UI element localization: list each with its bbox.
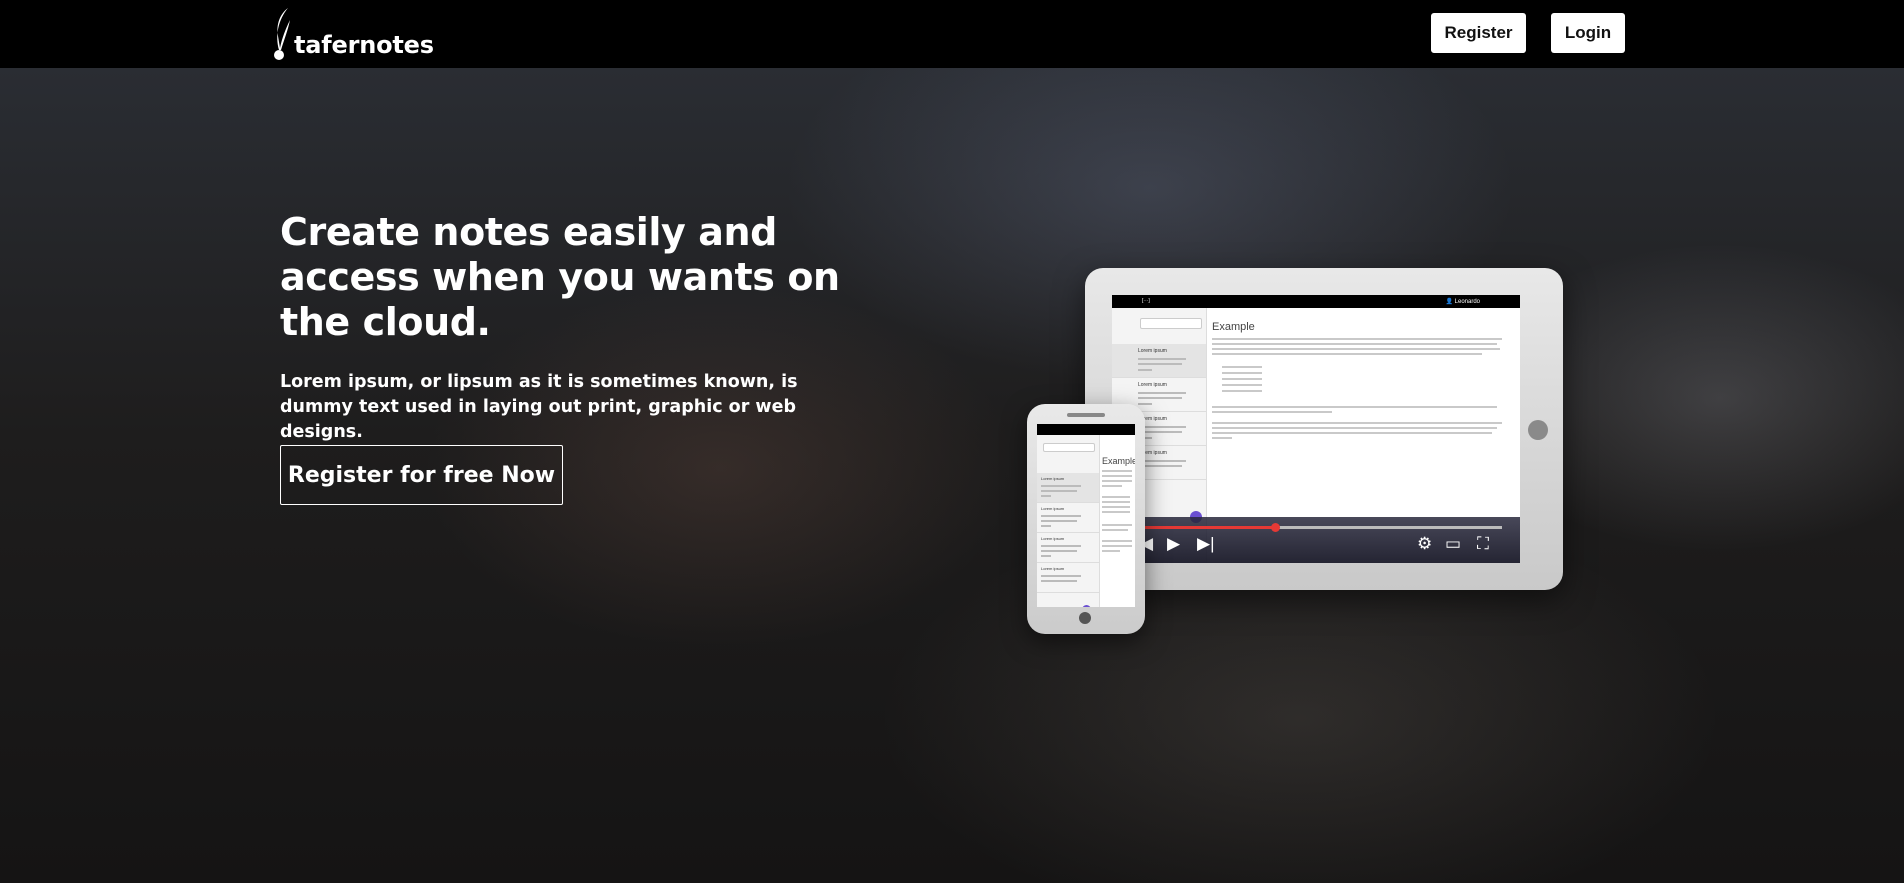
register-button[interactable]: Register: [1431, 13, 1526, 53]
list-item: Lorem ipsum: [1037, 563, 1099, 593]
note-title: Example: [1102, 456, 1135, 466]
list-item-title: Lorem ipsum: [1041, 566, 1065, 571]
list-item-title: Lorem ipsum: [1138, 382, 1167, 388]
tablet-mockup: [⋯] 👤 Leonardo Lorem ipsum Lorem ipsum L…: [1085, 268, 1563, 590]
play-icon: ▶: [1167, 534, 1181, 553]
theater-mode-icon: ▭: [1445, 534, 1462, 553]
hero-section: Create notes easily and access when you …: [0, 68, 1904, 883]
settings-gear-icon: ⚙: [1417, 534, 1433, 553]
top-navbar: tafernotes Register Login: [0, 0, 1904, 68]
app-brand-mark: [⋯]: [1142, 298, 1150, 304]
list-item-title: Lorem ipsum: [1138, 348, 1167, 354]
brand-name: tafernotes: [294, 31, 434, 59]
tablet-screen: [⋯] 👤 Leonardo Lorem ipsum Lorem ipsum L…: [1112, 295, 1520, 563]
hero-subtext: Lorem ipsum, or lipsum as it is sometime…: [280, 372, 798, 442]
search-input: [1043, 443, 1095, 452]
app-topbar: [⋯] 👤 Leonardo: [1112, 295, 1520, 308]
video-player-controls: ◀ ▶ ▶| ⚙ ▭ ⛶: [1112, 517, 1520, 563]
register-free-button[interactable]: Register for free Now: [280, 445, 563, 505]
list-item-title: Lorem ipsum: [1041, 476, 1065, 481]
list-item: Lorem ipsum: [1037, 473, 1099, 503]
user-name: Leonardo: [1454, 299, 1480, 305]
skip-forward-icon: ▶|: [1197, 534, 1215, 553]
list-item: Lorem ipsum: [1037, 533, 1099, 563]
user-menu: 👤 Leonardo: [1445, 298, 1480, 305]
add-note-icon: [1082, 605, 1091, 607]
video-progress-bar: [1132, 523, 1502, 532]
phone-screen: Lorem ipsum Lorem ipsum Lorem ipsum Lore…: [1037, 424, 1135, 607]
hero-headline: Create notes easily and access when you …: [280, 210, 840, 344]
quill-logo-icon: [270, 6, 292, 62]
brand-logo[interactable]: tafernotes: [270, 4, 434, 62]
app-topbar: [1037, 424, 1135, 435]
list-item-title: Lorem ipsum: [1041, 536, 1065, 541]
list-item: Lorem ipsum: [1112, 344, 1206, 378]
phone-home-button: [1079, 612, 1091, 624]
tablet-home-button: [1528, 420, 1548, 440]
phone-speaker: [1067, 413, 1105, 417]
note-title: Example: [1212, 321, 1255, 333]
fullscreen-icon: ⛶: [1477, 534, 1489, 553]
search-input: [1140, 318, 1202, 329]
user-icon: 👤: [1445, 299, 1453, 305]
list-item: Lorem ipsum: [1037, 503, 1099, 533]
notes-list-panel: Lorem ipsum Lorem ipsum Lorem ipsum Lore…: [1037, 435, 1100, 607]
list-item-title: Lorem ipsum: [1041, 506, 1065, 511]
login-button[interactable]: Login: [1551, 13, 1625, 53]
phone-mockup: Lorem ipsum Lorem ipsum Lorem ipsum Lore…: [1027, 404, 1145, 634]
